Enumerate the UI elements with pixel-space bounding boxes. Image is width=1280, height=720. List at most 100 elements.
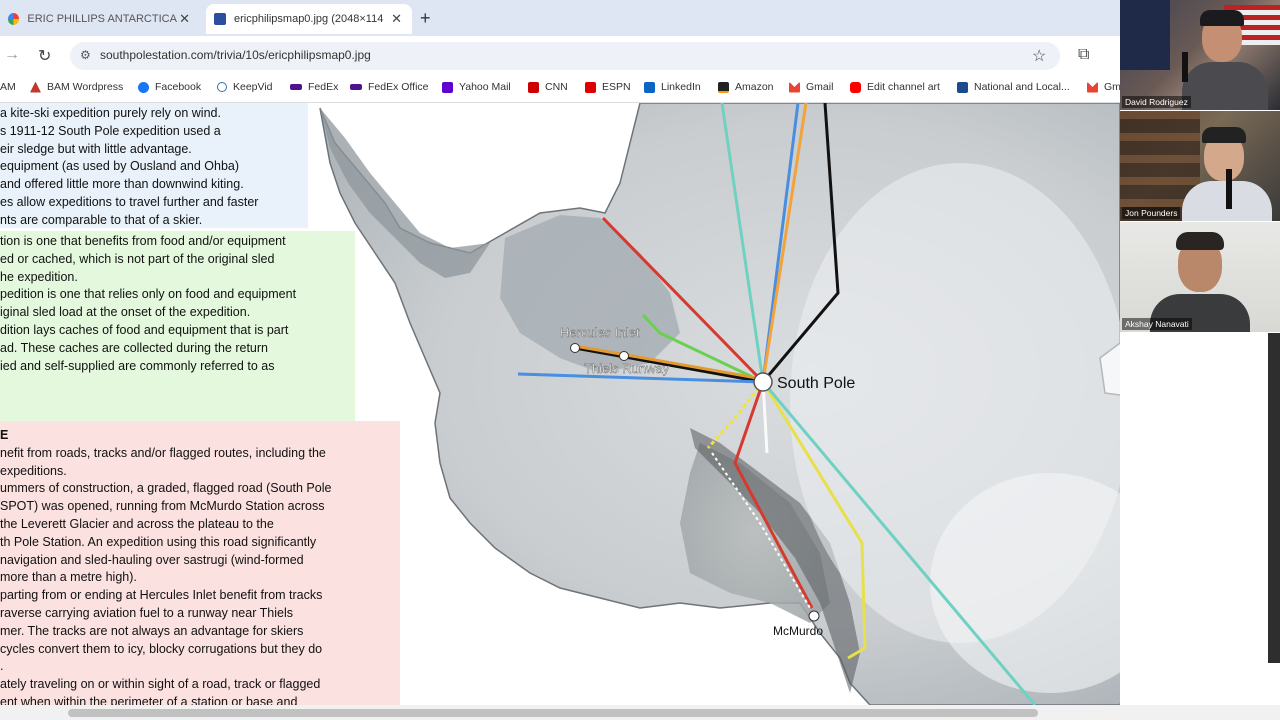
flag-backdrop <box>1120 0 1170 70</box>
video-tile-akshay[interactable]: Akshay Nanavati <box>1120 222 1280 332</box>
cnn-icon <box>528 81 539 93</box>
tab-title: ericphilipsmap0.jpg (2048×114 <box>234 13 384 25</box>
mcmurdo-marker <box>808 610 820 622</box>
info-box-supply: tion is one that benefits from food and/… <box>0 231 355 423</box>
gmail-icon <box>789 81 800 93</box>
tab-title: ERIC PHILLIPS ANTARCTICA SO <box>27 13 180 25</box>
hercules-inlet-marker <box>570 343 580 353</box>
bookmark-national-local[interactable]: National and Local... <box>957 81 1070 93</box>
tab-strip: ERIC PHILLIPS ANTARCTICA SO ✕ ericphilip… <box>0 0 1120 36</box>
bookmark-label: KeepVid <box>233 81 273 93</box>
news-icon <box>957 81 968 93</box>
bookmark-label: FedEx <box>308 81 339 93</box>
hair <box>1176 232 1224 250</box>
thiels-runway-label: Thiels Runway <box>584 361 670 376</box>
bookmark-edit-channel-art[interactable]: Edit channel art <box>850 81 940 93</box>
image-icon <box>214 13 226 25</box>
video-tile-david[interactable]: David Rodriguez <box>1120 0 1280 110</box>
new-tab-button[interactable]: + <box>420 8 431 29</box>
south-pole-label: South Pole <box>777 375 855 392</box>
site-info-icon[interactable]: ⚙ <box>80 48 91 62</box>
bookmark-label: Yahoo Mail <box>459 81 511 93</box>
tab-eric-phillips[interactable]: ERIC PHILLIPS ANTARCTICA SO ✕ <box>0 4 200 34</box>
amazon-icon <box>718 81 729 93</box>
info-line: eir sledge but with little advantage. <box>0 141 192 156</box>
bookmark-label: Gmail <box>806 81 834 93</box>
espn-icon <box>585 81 596 93</box>
bookmark-label: BAM Wordpress <box>47 81 124 93</box>
youtube-icon <box>850 81 861 93</box>
info-line: he expedition. <box>0 269 78 284</box>
fedex-icon <box>290 84 302 90</box>
info-line: s 1911-12 South Pole expedition used a <box>0 123 221 138</box>
info-line: iginal sled load at the onset of the exp… <box>0 305 251 320</box>
gmail-icon <box>1087 81 1098 93</box>
google-icon <box>8 13 20 25</box>
info-line: pedition is one that relies only on food… <box>0 287 297 302</box>
microphone-icon <box>1182 52 1188 82</box>
keepvid-icon <box>217 82 227 92</box>
bookmark-label: ESPN <box>602 81 631 93</box>
tab-ericphilipsmap[interactable]: ericphilipsmap0.jpg (2048×114 ✕ <box>206 4 412 34</box>
info-line: ad. These caches are collected during th… <box>0 340 268 355</box>
bookmark-label: National and Local... <box>974 81 1070 93</box>
bam-icon <box>30 81 41 93</box>
bookmark-label: Amazon <box>735 81 774 93</box>
image-viewer: a kite-ski expedition purely rely on win… <box>0 103 1120 705</box>
south-pole-marker <box>753 372 773 392</box>
bookmark-fedex[interactable]: FedEx <box>290 81 338 93</box>
toolbar: → ↻ ⚙ southpolestation.com/trivia/10s/er… <box>0 36 1120 76</box>
bookmark-am[interactable]: AM <box>0 81 16 93</box>
thiels-runway-marker <box>619 351 629 361</box>
bookmark-label: LinkedIn <box>661 81 701 93</box>
bookmark-gmail[interactable]: Gmail <box>789 81 833 93</box>
info-line: tion is one that benefits from food and/… <box>0 234 286 248</box>
reload-icon[interactable]: ↻ <box>38 46 51 66</box>
info-line: ed or cached, which is not part of the o… <box>0 251 275 266</box>
bookmark-amazon[interactable]: Amazon <box>718 81 774 93</box>
close-icon[interactable]: ✕ <box>391 11 402 27</box>
person-body <box>1182 62 1268 110</box>
video-tile-jon[interactable]: Jon Pounders <box>1120 111 1280 221</box>
call-sidebar-blank <box>1120 333 1280 720</box>
horizontal-scrollbar[interactable] <box>0 705 1280 720</box>
info-line: a kite-ski expedition purely rely on win… <box>0 106 221 120</box>
address-bar[interactable]: ⚙ southpolestation.com/trivia/10s/ericph… <box>70 42 1060 70</box>
facebook-icon <box>138 81 149 93</box>
bookmark-facebook[interactable]: Facebook <box>138 81 201 93</box>
bookmark-cnn[interactable]: CNN <box>528 81 568 93</box>
info-line: nts are comparable to that of a skier. <box>0 212 203 227</box>
bookmark-label: FedEx Office <box>368 81 429 93</box>
info-line: ied and self-supplied are commonly refer… <box>0 358 275 373</box>
info-line: es allow expeditions to travel further a… <box>0 194 259 209</box>
scrollbar-thumb[interactable] <box>68 709 1038 717</box>
info-line: equipment (as used by Ousland and Ohba) <box>0 159 240 174</box>
participant-name: Akshay Nanavati <box>1122 318 1192 330</box>
bookmark-label: AM <box>0 81 16 93</box>
linkedin-icon <box>644 81 655 93</box>
side-panel-edge <box>1268 333 1280 663</box>
bookmark-espn[interactable]: ESPN <box>585 81 631 93</box>
yahoo-icon <box>442 81 453 93</box>
bookmark-fedex-office[interactable]: FedEx Office <box>350 81 429 93</box>
fedex-icon <box>350 84 362 90</box>
bookmark-label: CNN <box>545 81 568 93</box>
bookmark-gmail-2[interactable]: Gm <box>1087 81 1121 93</box>
bookmark-bam-wordpress[interactable]: BAM Wordpress <box>30 81 123 93</box>
bookmarks-bar: AM BAM Wordpress Facebook KeepVid FedEx … <box>0 76 1121 103</box>
star-icon[interactable]: ☆ <box>1032 46 1046 66</box>
participant-name: Jon Pounders <box>1122 207 1181 219</box>
antarctica-map: Hercules Inlet Thiels Runway South Pole … <box>319 103 1120 705</box>
bookmark-yahoo-mail[interactable]: Yahoo Mail <box>442 81 511 93</box>
participant-name: David Rodriguez <box>1122 96 1191 108</box>
info-line: and offered little more than downwind ki… <box>0 177 244 192</box>
url-text[interactable]: southpolestation.com/trivia/10s/ericphil… <box>100 48 371 62</box>
extensions-icon[interactable]: ⧉ <box>1078 46 1089 64</box>
bookmark-keepvid[interactable]: KeepVid <box>217 81 273 93</box>
close-icon[interactable]: ✕ <box>179 11 190 27</box>
info-line: dition lays caches of food and equipment… <box>0 322 289 337</box>
info-box-wind: a kite-ski expedition purely rely on win… <box>0 103 308 228</box>
forward-icon[interactable]: → <box>4 46 20 64</box>
cap <box>1200 10 1244 26</box>
bookmark-linkedin[interactable]: LinkedIn <box>644 81 701 93</box>
